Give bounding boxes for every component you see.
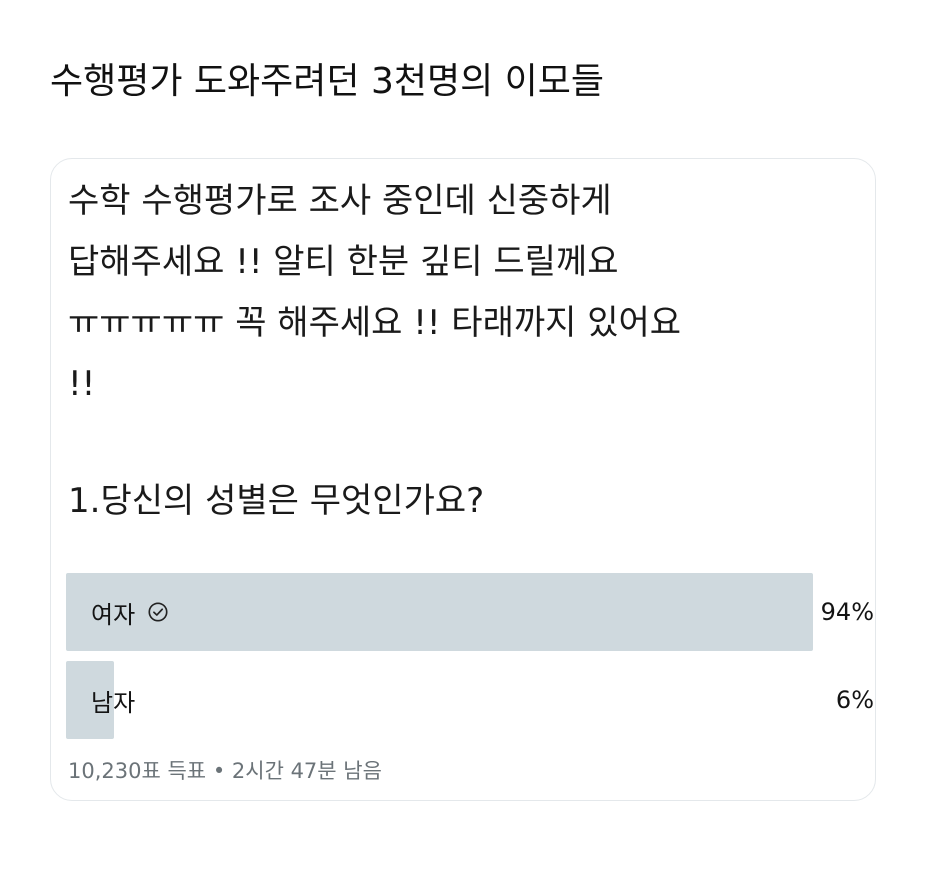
page-title: 수행평가 도와주려던 3천명의 이모들: [50, 61, 605, 102]
meta-separator: •: [212, 759, 226, 783]
poll-option-female[interactable]: 여자 94%: [66, 573, 874, 651]
poll-option-percent: 94%: [820, 598, 874, 626]
poll-vote-count: 10,230표 득표: [68, 759, 207, 783]
tweet-text-line: ㅠㅠㅠㅠㅠ 꼭 해주세요 !! 타래까지 있어요: [68, 303, 682, 343]
tweet-card[interactable]: 수학 수행평가로 조사 중인데 신중하게 답해주세요 !! 알티 한분 깊티 드…: [50, 158, 876, 801]
poll-option-label-container: 여자: [91, 573, 169, 651]
poll-option-label: 남자: [91, 688, 136, 717]
tweet-text: 수학 수행평가로 조사 중인데 신중하게 답해주세요 !! 알티 한분 깊티 드…: [68, 171, 868, 415]
tweet-text-line: 수학 수행평가로 조사 중인데 신중하게: [68, 181, 612, 221]
poll-option-male[interactable]: 남자 6%: [66, 661, 874, 739]
poll-option-label-container: 남자: [91, 661, 135, 739]
poll-option-label: 여자: [91, 600, 136, 629]
poll-question: 1.당신의 성별은 무엇인가요?: [68, 481, 485, 521]
tweet-text-line: !!: [68, 364, 96, 404]
poll-option-percent: 6%: [835, 686, 874, 714]
poll-time-left: 2시간 47분 남음: [231, 759, 382, 783]
tweet-text-line: 답해주세요 !! 알티 한분 깊티 드릴께요: [68, 242, 619, 282]
poll-meta: 10,230표 득표 • 2시간 47분 남음: [68, 755, 382, 785]
poll-result-bar: [66, 573, 814, 651]
check-circle-icon: [148, 602, 168, 622]
